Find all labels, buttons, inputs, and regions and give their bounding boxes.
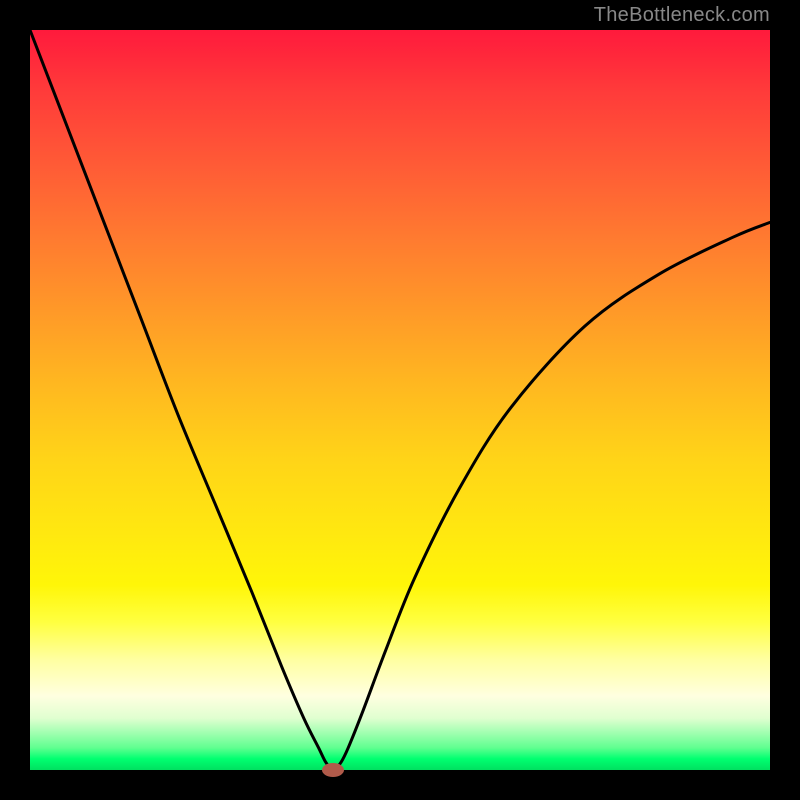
optimal-point-marker <box>322 763 344 777</box>
plot-area <box>30 30 770 770</box>
chart-frame: TheBottleneck.com <box>0 0 800 800</box>
bottleneck-curve <box>30 30 770 770</box>
watermark-text: TheBottleneck.com <box>594 4 770 27</box>
curve-svg <box>30 30 770 770</box>
